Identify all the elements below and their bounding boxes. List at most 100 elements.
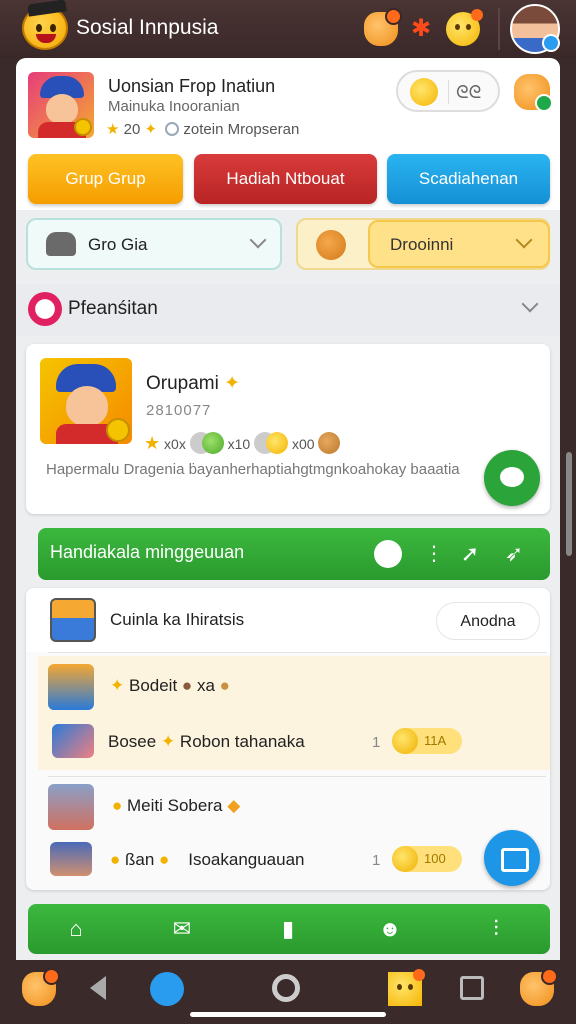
face-icon[interactable]: ☻: [376, 916, 404, 942]
list-item[interactable]: Bosee ✦ Robon tahanaka: [108, 732, 305, 752]
note-icon[interactable]: ▮: [274, 916, 302, 942]
coin-icon: [392, 728, 418, 754]
star-icon[interactable]: ✱: [404, 12, 438, 46]
gift-fab-button[interactable]: [484, 830, 540, 886]
feature-stat-1: x0x: [164, 436, 186, 452]
feature-card[interactable]: Orupami ✦ 2810077 ★ x0x x10 x00 Hapermal…: [26, 344, 550, 514]
sort-dropdown[interactable]: Drooinni: [296, 218, 550, 270]
toggle-label: ᘓᘓ: [456, 82, 482, 102]
smiley-icon[interactable]: [374, 540, 402, 568]
coin-badge-icon: [74, 118, 92, 136]
logo-mouth: [36, 34, 56, 43]
hat-icon: [46, 232, 76, 256]
list-item-count: 1: [372, 734, 381, 751]
feature-stat-3: x00: [291, 436, 315, 452]
coin-stack-icon: ●: [112, 796, 123, 815]
list-item[interactable]: ● Meiti Sobera ◆: [112, 796, 240, 816]
coin-amount: 11A: [424, 733, 447, 748]
smiley-icon[interactable]: [446, 9, 483, 46]
sort-dropdown-value: Drooinni: [390, 235, 454, 254]
sparkle-icon: ✦: [144, 121, 158, 138]
list-item-avatar: [48, 784, 94, 830]
list-item-avatar: [48, 664, 94, 710]
list-item[interactable]: ● ßan ● Isoakanguauan: [110, 850, 305, 870]
section-logo-icon: [28, 292, 62, 326]
dog-icon[interactable]: [22, 968, 60, 1006]
feature-avatar: [40, 358, 132, 444]
dog-icon[interactable]: [364, 8, 402, 46]
sparkle-icon: ✦: [160, 732, 176, 751]
dog-icon[interactable]: [520, 968, 558, 1006]
list-item-avatar: [52, 724, 94, 758]
chevron-down-icon: [249, 231, 267, 249]
list-item[interactable]: ✦ Bodeit ● xa ●: [110, 676, 230, 696]
list-group-highlighted: ✦ Bodeit ● xa ● Bosee ✦ Robon tahanaka 1…: [38, 656, 550, 770]
bird-icon[interactable]: ➶: [500, 540, 528, 568]
group-dropdown[interactable]: Gro Gia: [26, 218, 282, 270]
recents-icon[interactable]: [460, 976, 484, 1000]
feature-description: Hapermalu Dragenia ḃayanherhaptiahgtmgnk…: [46, 461, 460, 478]
messenger-icon[interactable]: [150, 972, 184, 1006]
mail-icon[interactable]: ✉: [168, 916, 196, 942]
scrollbar[interactable]: [566, 452, 572, 556]
back-icon[interactable]: [90, 976, 106, 1000]
group-dropdown-value: Gro Gia: [88, 235, 148, 254]
ring-icon: [165, 122, 180, 136]
coin-icon: [392, 846, 418, 872]
home-circle-icon[interactable]: [272, 974, 300, 1002]
profile-avatar[interactable]: [28, 72, 94, 138]
list-item-label: Bodeit: [128, 676, 178, 695]
feature-title: Orupami ✦: [146, 372, 240, 395]
reward-list-panel: Cuinla ka Ihiratsis Anodna ✦ Bodeit ● xa…: [26, 588, 550, 890]
weekly-reward-title: Handiakala minggeuuan: [50, 542, 245, 562]
dog-status-icon[interactable]: [514, 74, 553, 112]
profile-card: Uonsian Frop Inatiun Mainuka Inooranian …: [16, 58, 560, 210]
mood-toggle[interactable]: ᘓᘓ: [396, 70, 500, 112]
more-icon[interactable]: ⋮: [420, 540, 448, 568]
sparkle-icon: ✦: [224, 373, 241, 394]
scad-button[interactable]: Scadiahenan: [387, 154, 550, 204]
feature-title-text: Orupami: [146, 373, 219, 394]
toggle-divider: [448, 80, 449, 104]
coin-pill: 11A: [392, 728, 462, 754]
cookie-icon: [316, 230, 346, 260]
weekly-reward-bar[interactable]: Handiakala minggeuuan ⋮ ➚ ➶: [38, 528, 550, 580]
avatar-face: [66, 386, 108, 426]
chevron-down-icon[interactable]: [521, 295, 539, 313]
hadiah-button[interactable]: Hadiah Ntbouat: [194, 154, 377, 204]
coin-pill: 100: [392, 846, 462, 872]
list-title: Cuinla ka Ihiratsis: [110, 610, 245, 629]
grup-button[interactable]: Grup Grup: [28, 154, 183, 204]
coin-icon: ●: [219, 676, 230, 695]
toolbox-icon: [50, 598, 96, 642]
profile-stat-extra: zotein Mropseran: [183, 121, 300, 138]
feature-stat-2: x10: [227, 436, 251, 452]
candy-icon: ◆: [227, 796, 241, 815]
home-icon[interactable]: ⌂: [62, 916, 90, 942]
smiley-icon: [410, 78, 438, 106]
smiley-icon[interactable]: [388, 969, 425, 1006]
profile-stats: ★ 20 ✦ zotein Mropseran: [106, 120, 299, 138]
user-avatar[interactable]: [510, 4, 560, 54]
sparkle-icon: ✦: [110, 676, 125, 695]
sort-dropdown-inner[interactable]: Drooinni: [368, 220, 550, 268]
chevron-down-icon: [515, 231, 533, 249]
list-action-pill[interactable]: Anodna: [436, 602, 540, 640]
coin-amount: 100: [424, 851, 446, 866]
green-smiley-icon: [201, 432, 224, 454]
list-header: Cuinla ka Ihiratsis Anodna: [26, 588, 550, 652]
app-title: Sosial Innpusia: [76, 16, 219, 39]
list-item-avatar: [50, 842, 92, 876]
feature-number: 2810077: [146, 402, 212, 419]
list-item-label: ßan: [125, 850, 155, 869]
home-indicator[interactable]: [190, 1012, 386, 1017]
stats-icon[interactable]: ⫶: [482, 916, 510, 942]
bolt-icon[interactable]: ➚: [456, 540, 484, 568]
list-item-extra: Robon tahanaka: [179, 732, 305, 751]
chat-button[interactable]: [484, 450, 540, 506]
main-screen: Uonsian Frop Inatiun Mainuka Inooranian …: [16, 58, 560, 960]
section-header[interactable]: Pfeanśitan: [16, 284, 560, 336]
avatar-face: [46, 94, 78, 124]
app-logo-icon[interactable]: [22, 6, 68, 50]
section-title: Pfeanśitan: [68, 298, 158, 319]
